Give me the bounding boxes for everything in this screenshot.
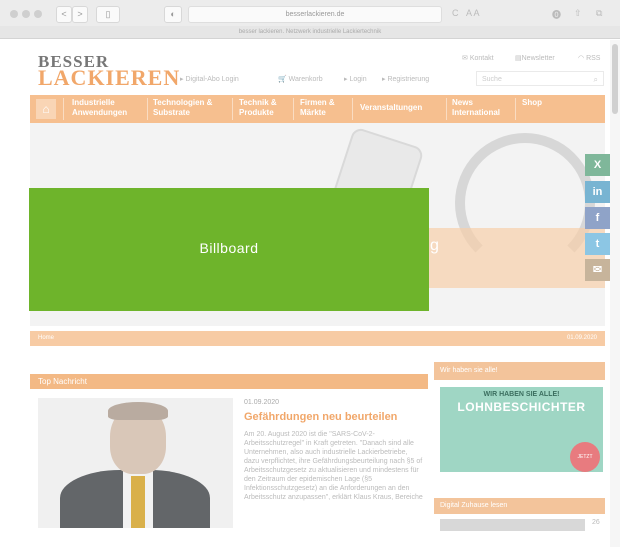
rss-icon: ◠ [578,55,585,62]
twitter-share-icon[interactable]: t [585,233,610,255]
sidebar-toggle-button[interactable]: ▯ [96,6,120,23]
login-link[interactable]: ▸ Login [344,75,367,83]
nav-label: Firmen & [300,98,335,107]
info-icon[interactable]: ⓿ [552,8,561,21]
sidebar-heading-digital: Digital Zuhause lesen [434,498,605,514]
top-news-heading: Top Nachricht [30,374,428,389]
search-icon[interactable]: ⌕ [594,72,598,87]
address-bar[interactable]: besserlackieren.de [188,6,442,23]
main-navigation: ⌂ Industrielle Anwendungen Technologien &… [30,95,605,123]
newsletter-icon: ▤ [515,55,522,62]
facebook-share-icon[interactable]: f [585,207,610,229]
digital-abo-login-label: Digital-Abo Login [185,76,239,83]
minimize-window-button[interactable] [22,10,30,18]
ad-headline: LOHNBESCHICHTER [457,400,586,414]
mail-icon: ✉ [462,55,468,62]
forward-button[interactable]: > [72,6,88,23]
newsletter-link[interactable]: ▤Newsletter [515,54,555,62]
nav-divider [293,98,294,120]
search-placeholder: Suche [482,76,502,83]
breadcrumb-home-link[interactable]: Home [38,335,54,341]
cart-icon: 🛒 [278,76,287,83]
nav-item-shop[interactable]: Shop [522,98,542,108]
nav-item-technik-produkte[interactable]: Technik & Produkte [239,98,277,118]
billboard-label: Billboard [199,240,259,256]
scrollbar-thumb[interactable] [612,44,618,114]
cart-label: Warenkorb [288,76,323,83]
ad-badge: JETZT ENTDECKEN [570,442,600,472]
share-icon[interactable]: ⇧ [574,8,582,19]
browser-tab[interactable]: besser lackieren. Netzwerk industrielle … [0,26,620,38]
nav-item-industrielle-anwendungen[interactable]: Industrielle Anwendungen [72,98,127,118]
reload-button[interactable]: C [452,8,459,18]
page-scrollbar[interactable] [610,40,620,547]
lohnbeschichter-ad[interactable]: WIR HABEN SIE ALLE! LOHNBESCHICHTER JETZ… [440,387,603,472]
digital-abo-login-link[interactable]: ▸ Digital-Abo Login [180,75,239,83]
browser-toolbar: < > ▯ ◐ besserlackieren.de C A A ⓿ ⇧ ⧉ b… [0,0,620,39]
nav-label: Substrate [153,108,190,117]
breadcrumb-date: 01.09.2020 [566,335,597,341]
privacy-icon[interactable]: ◐ [164,6,182,23]
nav-label: Produkte [239,108,274,117]
top-news-photo[interactable] [38,398,233,528]
ad-tagline: WIR HABEN SIE ALLE! [483,391,560,398]
nav-label: Technik & [239,98,277,107]
breadcrumb: Home 01.09.2020 [30,331,605,346]
back-button[interactable]: < [56,6,72,23]
nav-item-news-international[interactable]: News International [452,98,500,118]
zoom-window-button[interactable] [34,10,42,18]
site-logo-line2[interactable]: LACKIEREN [38,65,180,91]
nav-divider [515,98,516,120]
nav-label: Industrielle [72,98,115,107]
contact-label: Kontakt [469,55,494,62]
reader-mode-button[interactable]: A A [466,8,480,18]
top-news-body: Am 20. August 2020 ist die "SARS-CoV-2-A… [244,431,423,501]
nav-label: International [452,108,501,117]
linkedin-share-icon[interactable]: in [585,181,610,203]
nav-divider [446,98,447,120]
nav-label: Anwendungen [72,108,128,117]
home-icon[interactable]: ⌂ [36,99,56,119]
nav-divider [63,98,64,120]
nav-divider [232,98,233,120]
nav-item-veranstaltungen[interactable]: Veranstaltungen [360,103,422,113]
nav-label: News [452,98,473,107]
close-window-button[interactable] [10,10,18,18]
rss-label: RSS [586,55,601,62]
nav-divider [147,98,148,120]
digital-issue-number: 26 [592,519,600,526]
email-share-icon[interactable]: ✉ [585,259,610,281]
nav-label: Shop [522,98,542,107]
contact-link[interactable]: ✉ Kontakt [462,54,494,62]
search-input[interactable]: Suche ⌕ [476,71,604,86]
nav-label: Technologien & [153,98,213,107]
hero-caption-text: g [430,237,439,254]
xing-share-icon[interactable]: X [585,154,610,176]
digital-issue-thumbnail[interactable] [440,519,585,531]
register-label: Registrierung [387,76,430,83]
sidebar-heading-all: Wir haben sie alle! [434,362,605,380]
photo-hair [108,402,168,420]
cart-link[interactable]: 🛒 Warenkorb [278,75,323,83]
nav-item-technologien-substrate[interactable]: Technologien & Substrate [153,98,212,118]
newsletter-label: Newsletter [521,55,555,62]
nav-label: Veranstaltungen [360,103,423,112]
register-link[interactable]: ▸ Registrierung [382,75,429,83]
top-news-title[interactable]: Gefährdungen neu beurteilen [244,411,397,423]
nav-divider [352,98,353,120]
photo-tie [131,476,145,528]
nav-label: Märkte [300,108,326,117]
billboard-ad[interactable]: Billboard [29,188,429,311]
login-label: Login [349,76,367,83]
nav-item-firmen-maerkte[interactable]: Firmen & Märkte [300,98,335,118]
rss-link[interactable]: ◠ RSS [578,54,600,62]
top-news-date: 01.09.2020 [244,399,280,406]
tabs-icon[interactable]: ⧉ [596,8,602,19]
